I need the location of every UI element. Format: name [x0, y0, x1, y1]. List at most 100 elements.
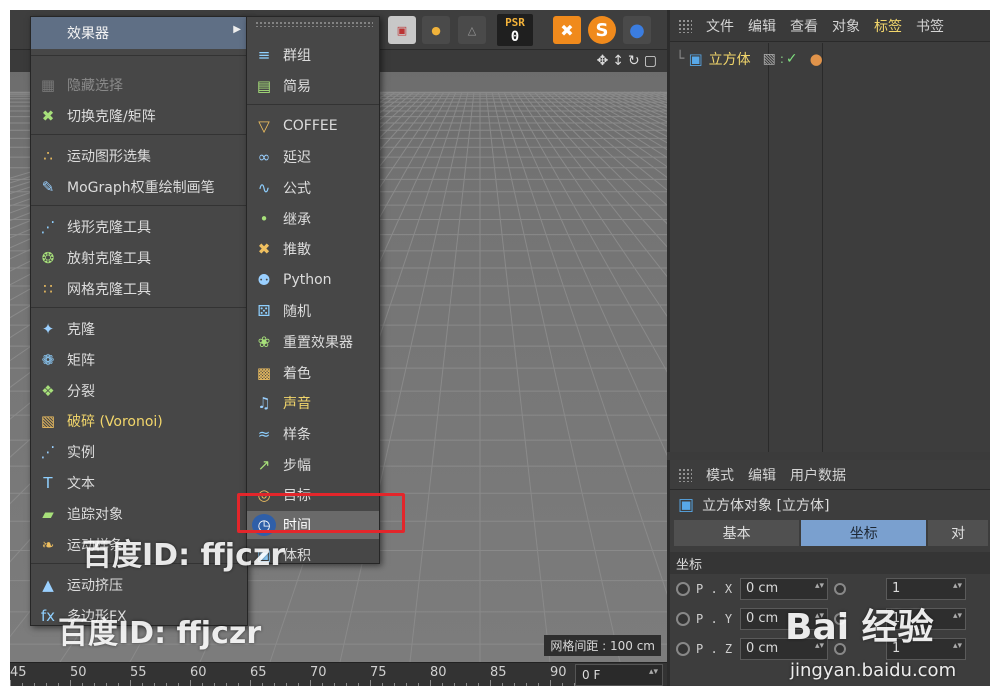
panel-grip-icon[interactable]: [678, 18, 692, 33]
current-frame-field[interactable]: 0 F ▴▾: [575, 664, 663, 686]
column-divider: [822, 43, 823, 452]
position-x-field[interactable]: 0 cm ▴▾: [740, 578, 828, 600]
menu-right-item-push-apart-effector[interactable]: ✖ 推散: [247, 235, 379, 263]
menu-left-item-instance[interactable]: ⋰ 实例: [31, 438, 247, 466]
menu-left-item-grid-clone[interactable]: ∷ 网格克隆工具: [31, 275, 247, 303]
menu-left-item-motion-spline[interactable]: ❧ 运动样条: [31, 531, 247, 559]
tab-coordinates[interactable]: 坐标: [801, 520, 927, 546]
spinner-icon[interactable]: ▴▾: [953, 581, 962, 591]
object-name[interactable]: 立方体: [709, 49, 751, 69]
menu-right-item-delay-effector[interactable]: ∞ 延迟: [247, 143, 379, 171]
timeline-tick: [130, 680, 131, 686]
coordinate-system-icon[interactable]: ●: [422, 16, 450, 44]
keyframe-radio[interactable]: [676, 582, 690, 596]
timeline-tick-label: 90: [550, 665, 567, 680]
menu-right-item-inheritance-effector[interactable]: • 继承: [247, 205, 379, 233]
grid-line-vertical: [539, 91, 667, 206]
timeline-tick: [490, 680, 491, 686]
axis-lock-icon[interactable]: △: [458, 16, 486, 44]
menu-right-item-group-effector[interactable]: ≡ 群组: [247, 41, 379, 69]
menu-left-item-toggle-clone-matrix[interactable]: ✖ 切换克隆/矩阵: [31, 102, 247, 130]
menu-left-item-fracture[interactable]: ❖ 分裂: [31, 377, 247, 405]
menu-right-item-sound-effector[interactable]: ♫ 声音: [247, 389, 379, 417]
menu-right-item-shader-effector[interactable]: ▩ 着色: [247, 359, 379, 387]
menu-file[interactable]: 文件: [706, 16, 734, 36]
keyframe-radio[interactable]: [676, 612, 690, 626]
menu-left-item-hide-selection[interactable]: ▦ 隐藏选择: [31, 71, 247, 99]
menu-right-item-python-effector[interactable]: ⚉ Python: [247, 266, 379, 294]
rotate-view-icon[interactable]: ↻: [628, 53, 640, 69]
menu-left-item-voronoi-fracture[interactable]: ▧ 破碎 (Voronoi): [31, 407, 247, 435]
menu-right-item-plain-effector[interactable]: ▤ 简易: [247, 72, 379, 100]
menu-item-label: 着色: [283, 366, 311, 382]
menu-item-label: 运动挤压: [67, 578, 123, 594]
menu-mode[interactable]: 模式: [706, 465, 734, 485]
attribute-title: ▣ 立方体对象 [立方体]: [670, 490, 990, 520]
motion-extrude-icon: ▲: [42, 576, 54, 594]
motion-spline-icon: ❧: [41, 536, 55, 554]
menu-right-item-step-effector[interactable]: ↗ 步幅: [247, 451, 379, 479]
visibility-dots-icon[interactable]: :: [780, 52, 784, 66]
spinner-icon[interactable]: ▴▾: [953, 641, 962, 651]
menu-left-item-radial-clone[interactable]: ❂ 放射克隆工具: [31, 244, 247, 272]
menu-view[interactable]: 查看: [790, 16, 818, 36]
snapping-s-icon[interactable]: S: [588, 16, 616, 44]
tag-material-icon[interactable]: ●: [810, 50, 823, 68]
random-effector-icon: ⚄: [257, 302, 271, 320]
snap-icon[interactable]: ✖: [553, 16, 581, 44]
keyframe-radio[interactable]: [834, 583, 846, 595]
keyframe-radio[interactable]: [676, 642, 690, 656]
weight-paint-brush-icon: ✎: [41, 178, 55, 196]
menu-user-data[interactable]: 用户数据: [790, 465, 846, 485]
menu-item-label: COFFEE: [283, 118, 338, 134]
menu-right-item-volume-effector[interactable]: ▣ 体积: [247, 541, 379, 569]
maximize-view-icon[interactable]: ▢: [644, 53, 657, 69]
render-region-icon[interactable]: ▣: [388, 16, 416, 44]
menu-right-item-reeffector[interactable]: ❀ 重置效果器: [247, 328, 379, 356]
spinner-icon[interactable]: ▴▾: [953, 611, 962, 621]
menu-right-item-random-effector[interactable]: ⚄ 随机: [247, 297, 379, 325]
timeline-tick: [142, 683, 143, 686]
zoom-view-icon[interactable]: ↕: [612, 53, 624, 69]
menu-item-effectors[interactable]: 效果器 ▶: [31, 17, 247, 49]
menu-left-item-motion-extrude[interactable]: ▲ 运动挤压: [31, 571, 247, 599]
menu-left-item-cloner[interactable]: ✦ 克隆: [31, 315, 247, 343]
enabled-check-icon[interactable]: ✓: [786, 51, 798, 67]
layer-icon[interactable]: ▧: [763, 51, 776, 67]
menu-item-label: 推散: [283, 242, 311, 258]
menu-item-label: 效果器: [67, 26, 109, 42]
menu-left-item-matrix[interactable]: ❁ 矩阵: [31, 346, 247, 374]
spinner-icon[interactable]: ▴▾: [815, 581, 824, 591]
menu-edit[interactable]: 编辑: [748, 465, 776, 485]
menu-edit[interactable]: 编辑: [748, 16, 776, 36]
menu-left-item-linear-clone[interactable]: ⋰ 线形克隆工具: [31, 213, 247, 241]
menu-item-label: 隐藏选择: [67, 78, 123, 94]
menu-bookmarks[interactable]: 书签: [916, 16, 944, 36]
menu-item-label: 体积: [283, 548, 311, 564]
menu-object[interactable]: 对象: [832, 16, 860, 36]
menu-right-item-spline-effector[interactable]: ≈ 样条: [247, 420, 379, 448]
tearoff-grip[interactable]: [255, 21, 373, 27]
move-view-icon[interactable]: ✥: [597, 53, 609, 69]
menu-left-item-tracer[interactable]: ▰ 追踪对象: [31, 500, 247, 528]
menu-tags[interactable]: 标签: [874, 16, 902, 36]
tab-basic[interactable]: 基本: [674, 520, 800, 546]
field-value: 0 cm: [746, 581, 779, 596]
panel-grip-icon[interactable]: [678, 467, 692, 482]
menu-left-item-text[interactable]: T 文本: [31, 469, 247, 497]
menu-right-item-formula-effector[interactable]: ∿ 公式: [247, 174, 379, 202]
workplane-icon[interactable]: ●: [623, 16, 651, 44]
tab-object[interactable]: 对: [928, 520, 988, 546]
menu-left-item-weight-paint-brush[interactable]: ✎ MoGraph权重绘制画笔: [31, 173, 247, 201]
spinner-icon[interactable]: ▴▾: [649, 667, 658, 677]
timeline-tick: [418, 683, 419, 686]
menu-item-label: 线形克隆工具: [67, 220, 151, 236]
instance-icon: ⋰: [40, 443, 56, 461]
object-row-cube[interactable]: └ ▣ 立方体 ▧ : ✓ ●: [672, 48, 823, 70]
menu-right-item-coffee-effector[interactable]: ▽ COFFEE: [247, 112, 379, 140]
menu-left-item-mograph-selection[interactable]: ∴ 运动图形选集: [31, 142, 247, 170]
psr-display[interactable]: PSR 0: [497, 14, 533, 46]
menu-left-item-polyfx[interactable]: fx 多边形FX: [31, 602, 247, 630]
timeline-ruler[interactable]: 45 50 55 60 65 70 75 80 85 90 0 F ▴▾: [10, 662, 667, 686]
scale-x-field[interactable]: 1 ▴▾: [886, 578, 966, 600]
